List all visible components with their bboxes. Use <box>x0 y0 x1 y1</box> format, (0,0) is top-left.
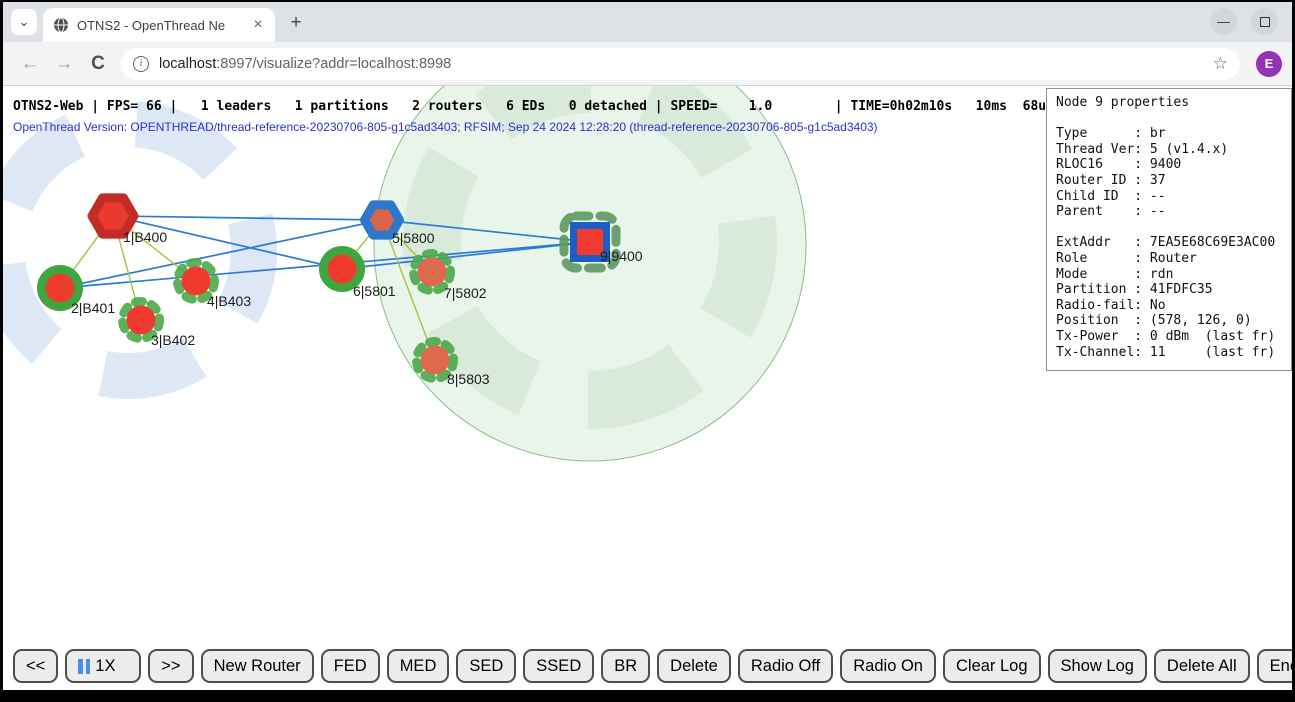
rewind-button[interactable]: << <box>13 649 58 683</box>
simulator-page: 1|B400 2|B401 3|B402 4|B403 5|5800 6|5801 7|58… <box>3 86 1292 690</box>
simulation-status-line: OTNS2-Web | FPS= 66 | 1 leaders 1 partit… <box>13 99 1054 114</box>
node-label: 1|B400 <box>123 229 167 245</box>
med-button[interactable]: MED <box>387 649 450 683</box>
radio-off-button-label: Radio Off <box>751 657 820 676</box>
minimize-button[interactable]: — <box>1210 8 1237 35</box>
site-info-icon[interactable]: i <box>133 56 149 72</box>
back-icon[interactable]: ← <box>13 53 47 75</box>
node-2[interactable]: 2|B401 <box>42 270 116 317</box>
bookmark-star-icon[interactable]: ☆ <box>1213 54 1228 74</box>
delete-button[interactable]: Delete <box>657 649 731 683</box>
node-label: 8|5803 <box>447 371 490 387</box>
fed-button-label: FED <box>334 657 367 676</box>
node-label: 6|5801 <box>353 283 396 299</box>
openthread-version-line: OpenThread Version: OPENTHREAD/thread-re… <box>13 120 878 134</box>
tab-close-icon[interactable]: × <box>249 16 267 34</box>
radio-on-button[interactable]: Radio On <box>840 649 936 683</box>
bottom-toolbar: << 1X >> New Router FED MED SED SSED BR Delete Rad… <box>13 649 1288 683</box>
reload-icon[interactable]: C <box>81 53 115 75</box>
maximize-button[interactable] <box>1251 8 1278 35</box>
fast-forward-button[interactable]: >> <box>148 649 193 683</box>
radio-on-button-label: Radio On <box>853 657 923 676</box>
rewind-button-label: << <box>26 657 45 676</box>
node-label: 2|B401 <box>71 300 115 316</box>
tab-strip: ⌄ OTNS2 - OpenThread Ne × + — <box>3 2 1292 42</box>
profile-avatar[interactable]: E <box>1256 51 1282 77</box>
maximize-icon <box>1260 17 1270 27</box>
window-frame: ⌄ OTNS2 - OpenThread Ne × + — ← → C <box>0 0 1295 702</box>
forward-icon[interactable]: → <box>47 53 81 75</box>
node-properties-panel: Node 9 properties Type : br Thread Ver: … <box>1046 88 1292 371</box>
node-label: 7|5802 <box>444 285 487 301</box>
sed-button-label: SED <box>469 657 503 676</box>
pause-icon <box>78 659 90 674</box>
speed-button[interactable]: 1X <box>65 649 141 683</box>
new-router-button[interactable]: New Router <box>201 649 314 683</box>
show-log-button[interactable]: Show Log <box>1048 649 1147 683</box>
energy-stats-button[interactable]: Energy-stats ↗ <box>1257 649 1292 683</box>
show-log-button-label: Show Log <box>1061 657 1134 676</box>
fed-button[interactable]: FED <box>321 649 380 683</box>
new-tab-button[interactable]: + <box>283 10 309 36</box>
sed-button[interactable]: SED <box>456 649 516 683</box>
node-label: 3|B402 <box>151 332 195 348</box>
clear-log-button-label: Clear Log <box>956 657 1028 676</box>
router-link <box>113 216 382 220</box>
med-button-label: MED <box>400 657 437 676</box>
tab-search-button[interactable]: ⌄ <box>11 9 37 35</box>
ssed-button[interactable]: SSED <box>523 649 594 683</box>
node-label: 4|B403 <box>207 293 251 309</box>
globe-favicon <box>53 17 69 33</box>
delete-all-button[interactable]: Delete All <box>1154 649 1250 683</box>
radio-off-button[interactable]: Radio Off <box>738 649 833 683</box>
node-label: 5|5800 <box>392 230 435 246</box>
url-bar: ← → C i localhost:8997/visualize?addr=lo… <box>3 42 1292 86</box>
br-button[interactable]: BR <box>601 649 650 683</box>
tab-title: OTNS2 - OpenThread Ne <box>77 18 245 33</box>
br-button-label: BR <box>614 657 637 676</box>
node-3[interactable]: 3|B402 <box>123 302 196 349</box>
energy-stats-button-label: Energy-stats ↗ <box>1270 656 1292 676</box>
speed-button-label: 1X <box>95 657 115 676</box>
node-1[interactable]: 1|B400 <box>92 198 167 245</box>
clear-log-button[interactable]: Clear Log <box>943 649 1041 683</box>
new-router-button-label: New Router <box>214 657 301 676</box>
browser-window: ⌄ OTNS2 - OpenThread Ne × + — ← → C <box>3 2 1292 690</box>
url-text[interactable]: localhost:8997/visualize?addr=localhost:… <box>159 56 451 72</box>
delete-button-label: Delete <box>670 657 718 676</box>
node-properties-text: Node 9 properties Type : br Thread Ver: … <box>1056 95 1283 360</box>
node-label: 9|9400 <box>600 248 643 264</box>
fast-forward-button-label: >> <box>161 657 180 676</box>
delete-all-button-label: Delete All <box>1167 657 1237 676</box>
window-controls: — <box>1210 8 1278 35</box>
address-input[interactable]: i localhost:8997/visualize?addr=localhos… <box>121 48 1240 80</box>
ssed-button-label: SSED <box>536 657 581 676</box>
tab-otns2[interactable]: OTNS2 - OpenThread Ne × <box>43 8 275 42</box>
